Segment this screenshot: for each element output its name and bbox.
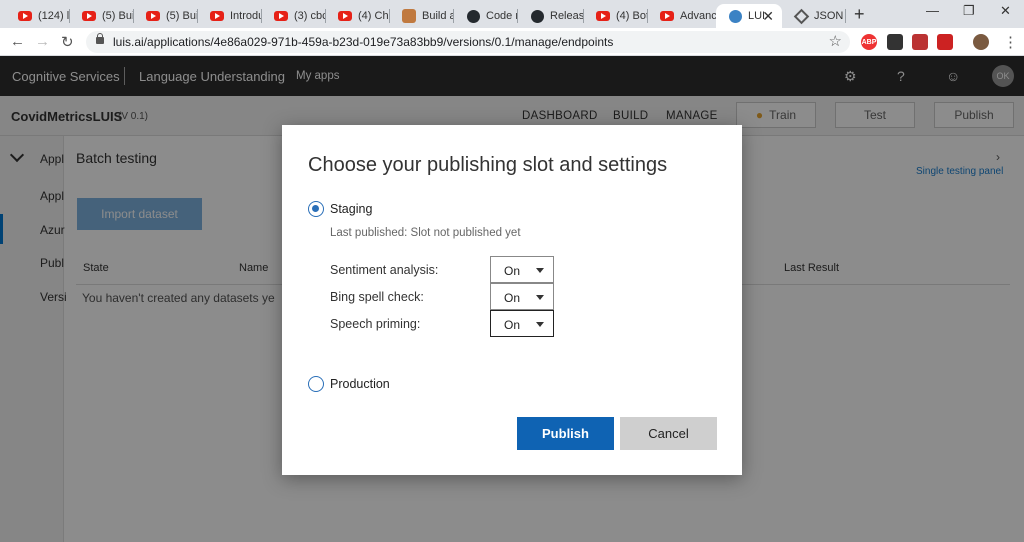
sentiment-analysis-label: Sentiment analysis: xyxy=(330,263,439,277)
tab-label: Build a xyxy=(422,10,454,22)
adblock-extension-icon[interactable]: ABP xyxy=(861,34,877,50)
omnibox[interactable]: luis.ai/applications/4e86a029-971b-459a-… xyxy=(86,31,850,53)
tab-label: (5) Buil xyxy=(102,10,134,22)
publish-settings-dialog: Choose your publishing slot and settings… xyxy=(282,125,742,475)
youtube-icon xyxy=(660,9,674,23)
browser-tab[interactable]: (5) Buil xyxy=(70,4,134,28)
browser-tab-strip: (124) lu (5) Buil (5) Buil Introdu (3) c… xyxy=(0,0,1024,28)
browser-tab[interactable]: JSON xyxy=(782,4,846,28)
bookmark-star-icon[interactable]: ☆ xyxy=(829,32,842,50)
youtube-icon xyxy=(596,9,610,23)
youtube-icon xyxy=(274,9,288,23)
github-icon xyxy=(530,9,544,23)
dialog-title: Choose your publishing slot and settings xyxy=(308,154,668,176)
close-window-icon[interactable]: ✕ xyxy=(1000,3,1011,19)
reload-icon[interactable]: ↻ xyxy=(61,33,74,51)
browser-tab[interactable]: Release xyxy=(518,4,584,28)
lock-icon xyxy=(96,33,104,44)
browser-menu-icon[interactable]: ⋮ xyxy=(1003,33,1018,51)
tab-label: Introdu xyxy=(230,10,262,22)
production-radio[interactable] xyxy=(308,376,324,392)
json-icon xyxy=(793,8,809,24)
avatar-icon xyxy=(402,9,416,23)
speech-priming-label: Speech priming: xyxy=(330,317,421,331)
browser-tab[interactable]: Introdu xyxy=(198,4,262,28)
luis-icon xyxy=(728,9,742,23)
browser-tab[interactable]: (5) Buil xyxy=(134,4,198,28)
new-tab-button[interactable]: + xyxy=(854,4,865,25)
browser-tab[interactable]: (4) Bot xyxy=(584,4,648,28)
close-tab-icon[interactable]: ✕ xyxy=(762,8,774,25)
tab-label: Release xyxy=(550,10,584,22)
forward-icon[interactable]: → xyxy=(35,33,50,50)
bing-spell-check-dropdown[interactable]: On xyxy=(490,283,554,310)
last-published-text: Last published: Slot not published yet xyxy=(330,227,521,239)
browser-tab[interactable]: (124) lu xyxy=(6,4,70,28)
browser-tab[interactable]: Build a xyxy=(390,4,454,28)
github-icon xyxy=(466,9,480,23)
tab-label: Advanc xyxy=(680,10,716,22)
cancel-button[interactable]: Cancel xyxy=(620,417,717,450)
bing-spell-check-label: Bing spell check: xyxy=(330,290,424,304)
tab-label: (4) Bot xyxy=(616,10,648,22)
browser-tab[interactable]: Advanc xyxy=(648,4,716,28)
sentiment-analysis-dropdown[interactable]: On xyxy=(490,256,554,283)
chevron-down-icon xyxy=(536,268,544,273)
browser-tab[interactable]: (3) cbc xyxy=(262,4,326,28)
youtube-icon xyxy=(18,9,32,23)
tab-label: (124) lu xyxy=(38,10,70,22)
office-extension-icon[interactable] xyxy=(937,34,953,50)
chevron-down-icon xyxy=(536,295,544,300)
browser-tab[interactable]: Code n xyxy=(454,4,518,28)
staging-label[interactable]: Staging xyxy=(330,202,372,216)
tab-label: (4) Cha xyxy=(358,10,390,22)
speech-priming-dropdown[interactable]: On xyxy=(490,310,554,337)
minimize-icon[interactable]: — xyxy=(926,3,939,18)
youtube-icon xyxy=(146,9,160,23)
production-label[interactable]: Production xyxy=(330,377,390,391)
tab-label: (3) cbc xyxy=(294,10,326,22)
browser-tab-active[interactable]: LUI ✕ xyxy=(716,4,782,28)
tab-label: JSON xyxy=(814,10,844,22)
restore-icon[interactable]: ❐ xyxy=(963,3,975,19)
youtube-icon xyxy=(210,9,224,23)
cube-extension-icon[interactable] xyxy=(887,34,903,50)
tab-label: Code n xyxy=(486,10,518,22)
browser-tab[interactable]: (4) Cha xyxy=(326,4,390,28)
chevron-down-icon xyxy=(536,322,544,327)
youtube-icon xyxy=(82,9,96,23)
staging-radio[interactable] xyxy=(308,201,324,217)
url-text: luis.ai/applications/4e86a029-971b-459a-… xyxy=(113,35,614,49)
publish-button[interactable]: Publish xyxy=(517,417,614,450)
profile-avatar-icon[interactable] xyxy=(973,34,989,50)
youtube-icon xyxy=(338,9,352,23)
back-icon[interactable]: ← xyxy=(10,33,25,50)
pdf-extension-icon[interactable] xyxy=(912,34,928,50)
tab-label: (5) Buil xyxy=(166,10,198,22)
